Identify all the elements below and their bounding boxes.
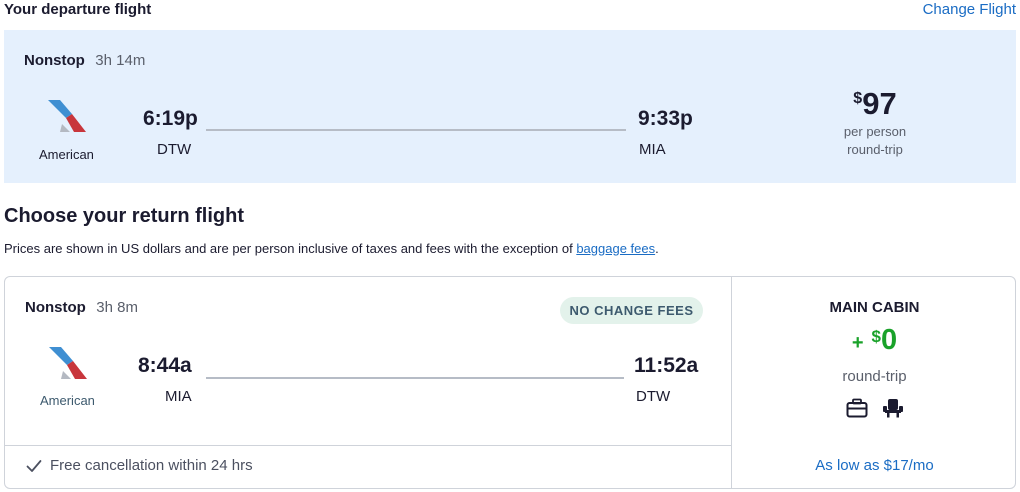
cabin-price-value: 0 [881, 324, 898, 356]
no-change-fees-badge: NO CHANGE FEES [560, 297, 703, 324]
return-card-divider-vertical [731, 276, 732, 489]
return-arrive-airport: DTW [636, 388, 671, 405]
cabin-trip-type: round-trip [842, 368, 907, 385]
return-arrive-time: 11:52a [634, 354, 699, 377]
baggage-fees-link[interactable]: baggage fees [576, 241, 655, 256]
free-cancellation-row: Free cancellation within 24 hrs [26, 457, 253, 474]
cabin-name: MAIN CABIN [829, 299, 920, 316]
carry-on-bag-icon [846, 398, 868, 418]
return-airline-name: American [40, 393, 95, 408]
return-duration: 3h 8m [96, 299, 138, 316]
departure-section-title: Your departure flight [4, 1, 152, 18]
american-airlines-logo-icon [48, 100, 86, 132]
departure-depart-airport: DTW [157, 141, 192, 158]
departure-arrive-airport: MIA [639, 141, 666, 158]
price-disclaimer-text: Prices are shown in US dollars and are p… [4, 241, 577, 256]
departure-price: $97 [820, 86, 930, 122]
departure-price-value: 97 [862, 86, 897, 121]
departure-price-symbol: $ [853, 90, 863, 107]
departure-duration: 3h 14m [95, 52, 146, 69]
departure-depart-time: 6:19p [143, 107, 198, 130]
free-cancellation-text: Free cancellation within 24 hrs [50, 457, 253, 474]
return-flight-line [206, 377, 624, 379]
american-airlines-logo-icon [49, 347, 87, 379]
price-disclaimer-end: . [655, 241, 659, 256]
seat-icon [883, 399, 903, 418]
departure-flight-line [206, 129, 626, 131]
departure-stops-row: Nonstop 3h 14m [24, 52, 145, 70]
monthly-financing-link[interactable]: As low as $17/mo [733, 457, 1016, 474]
departure-trip-type: round-trip [847, 142, 903, 157]
price-disclaimer: Prices are shown in US dollars and are p… [4, 241, 659, 256]
cabin-price-plus: + [851, 332, 864, 354]
return-depart-time: 8:44a [138, 354, 192, 377]
departure-airline-name: American [39, 147, 94, 162]
return-stops: Nonstop [25, 299, 86, 316]
checkmark-icon [26, 459, 42, 472]
change-flight-link[interactable]: Change Flight [923, 1, 1016, 18]
cabin-price: + $0 [733, 324, 1016, 357]
return-stops-row: Nonstop 3h 8m [25, 299, 138, 317]
return-card-divider-horizontal [4, 445, 732, 446]
return-section-title: Choose your return flight [4, 205, 244, 227]
cabin-amenities [846, 398, 906, 420]
return-depart-airport: MIA [165, 388, 192, 405]
departure-price-basis: per person [843, 124, 907, 139]
cabin-price-symbol: $ [871, 327, 881, 346]
departure-arrive-time: 9:33p [638, 107, 693, 130]
departure-stops: Nonstop [24, 52, 85, 69]
